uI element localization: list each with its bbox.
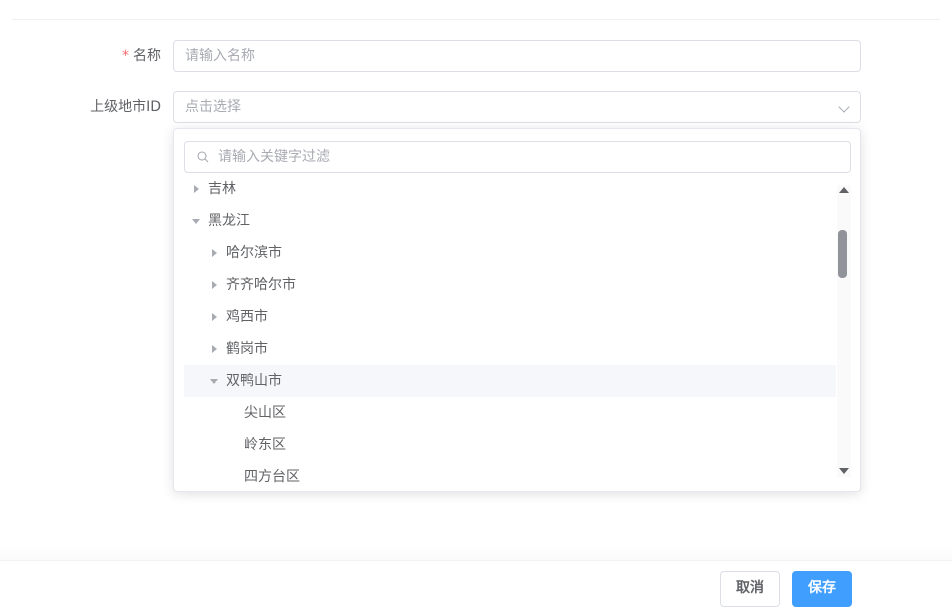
tree-node[interactable]: 哈尔滨市 — [184, 237, 836, 269]
tree-node-label: 齐齐哈尔市 — [226, 277, 296, 293]
caret-down-icon[interactable] — [192, 219, 200, 224]
caret-right-icon[interactable] — [212, 313, 217, 321]
tree-node-label: 鸡西市 — [226, 309, 268, 325]
tree-node-label: 哈尔滨市 — [226, 245, 282, 261]
tree-node[interactable]: 吉林 — [184, 173, 836, 205]
scroll-up-arrow-icon[interactable] — [837, 185, 851, 195]
tree-node[interactable]: 黑龙江 — [184, 205, 836, 237]
caret-right-icon[interactable] — [212, 281, 217, 289]
tree-node[interactable]: 尖山区 — [184, 397, 836, 429]
tree-node[interactable]: 鸡西市 — [184, 301, 836, 333]
top-divider — [12, 19, 940, 20]
parent-city-select[interactable]: 点击选择 — [173, 91, 861, 123]
caret-right-icon[interactable] — [212, 249, 217, 257]
tree-filter-input[interactable]: 请输入关键字过滤 — [184, 141, 851, 173]
caret-right-icon[interactable] — [212, 345, 217, 353]
tree-node-label: 吉林 — [208, 181, 236, 197]
caret-right-icon[interactable] — [194, 185, 199, 193]
tree-node[interactable]: 双鸭山市 — [184, 365, 836, 397]
cancel-button[interactable]: 取消 — [720, 571, 780, 607]
tree-filter-placeholder: 请输入关键字过滤 — [218, 149, 330, 165]
tree-node[interactable]: 齐齐哈尔市 — [184, 269, 836, 301]
scroll-down-arrow-icon[interactable] — [837, 466, 851, 476]
tree-node[interactable]: 四方台区 — [184, 461, 836, 491]
tree-node-label: 双鸭山市 — [226, 373, 282, 389]
parent-city-label: 上级地市ID — [90, 99, 161, 115]
tree-node[interactable]: 岭东区 — [184, 429, 836, 461]
tree-node[interactable]: 鹤岗市 — [184, 333, 836, 365]
name-input-placeholder: 请输入名称 — [185, 48, 255, 64]
tree-select-dropdown: 请输入关键字过滤 吉林黑龙江哈尔滨市齐齐哈尔市鸡西市鹤岗市双鸭山市尖山区岭东区四… — [173, 128, 861, 492]
required-mark: * — [122, 48, 129, 64]
chevron-down-icon — [838, 101, 850, 113]
name-label: * 名称 — [122, 48, 161, 64]
tree-node-label: 岭东区 — [244, 437, 286, 453]
tree-node-label: 尖山区 — [244, 405, 286, 421]
tree-node-label: 鹤岗市 — [226, 341, 268, 357]
search-icon — [197, 151, 209, 163]
scrollbar-track[interactable] — [837, 185, 851, 477]
tree-node-label: 四方台区 — [244, 469, 300, 485]
scrollbar-thumb[interactable] — [838, 230, 847, 278]
footer-shade — [0, 545, 952, 560]
parent-city-placeholder: 点击选择 — [185, 99, 241, 115]
save-button[interactable]: 保存 — [792, 571, 852, 607]
tree-node-label: 黑龙江 — [208, 213, 250, 229]
region-tree: 吉林黑龙江哈尔滨市齐齐哈尔市鸡西市鹤岗市双鸭山市尖山区岭东区四方台区 — [184, 173, 836, 491]
name-form-row: * 名称 请输入名称 — [0, 40, 952, 72]
parent-form-row: 上级地市ID 点击选择 — [0, 91, 952, 123]
caret-down-icon[interactable] — [210, 379, 218, 384]
name-input[interactable]: 请输入名称 — [173, 40, 861, 72]
